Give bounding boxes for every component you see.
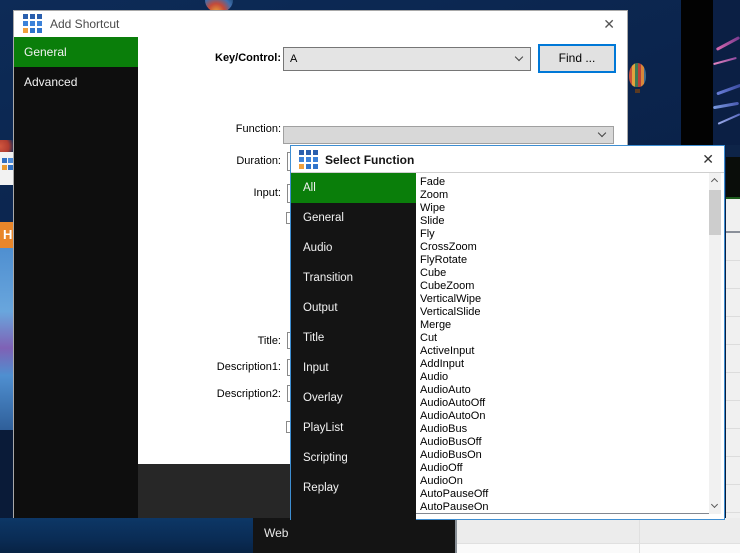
desktop: H Web Add Shortcut ✕ G — [0, 0, 740, 553]
function-list-item[interactable]: AudioOn — [416, 475, 709, 488]
function-label: Function: — [136, 123, 281, 135]
wallpaper-balloons-edge — [0, 248, 13, 430]
select-function-title: Select Function — [325, 153, 414, 167]
select-function-window: Select Function ✕ AllGeneralAudioTransit… — [290, 145, 725, 520]
duration-label: Duration: — [136, 155, 281, 167]
sidebar-tab[interactable]: General — [14, 37, 138, 67]
category-item[interactable]: Title — [291, 323, 416, 353]
function-list-item[interactable]: AudioBusOff — [416, 436, 709, 449]
function-list-item[interactable]: Cube — [416, 267, 709, 280]
category-item[interactable]: Scripting — [291, 443, 416, 473]
function-list-item[interactable]: VerticalWipe — [416, 293, 709, 306]
function-category-list: AllGeneralAudioTransitionOutputTitleInpu… — [291, 173, 416, 520]
background-window-edge-orange: H — [0, 222, 13, 248]
scroll-up-icon[interactable] — [709, 173, 721, 188]
key-control-value: A — [290, 53, 297, 65]
function-dropdown[interactable] — [283, 126, 614, 144]
background-web-panel: Web — [253, 518, 455, 553]
function-list-item[interactable]: Cut — [416, 332, 709, 345]
chevron-down-icon — [598, 129, 606, 137]
input-label: Input: — [136, 187, 281, 199]
category-item[interactable]: Input — [291, 353, 416, 383]
add-shortcut-sidebar: GeneralAdvanced — [14, 37, 138, 518]
web-tab-label[interactable]: Web — [264, 526, 288, 540]
vmix-desktop-icon[interactable] — [0, 152, 13, 185]
function-list-item[interactable]: CubeZoom — [416, 280, 709, 293]
function-list-item[interactable]: Slide — [416, 215, 709, 228]
function-list-scrollbar[interactable] — [709, 173, 721, 514]
function-list-item[interactable]: CrossZoom — [416, 241, 709, 254]
find-button[interactable]: Find ... — [538, 44, 616, 73]
function-list-item[interactable]: AutoPauseOff — [416, 488, 709, 501]
function-list-item[interactable]: AudioAutoOn — [416, 410, 709, 423]
category-item[interactable]: All — [291, 173, 416, 203]
select-function-titlebar[interactable]: Select Function ✕ — [291, 146, 724, 173]
category-item[interactable]: Overlay — [291, 383, 416, 413]
vmix-logo-icon — [23, 14, 42, 33]
function-list-item[interactable]: Fly — [416, 228, 709, 241]
function-list-item[interactable]: AddInput — [416, 358, 709, 371]
function-list-item[interactable]: AutoPauseOn — [416, 501, 709, 514]
function-list-item[interactable]: VerticalSlide — [416, 306, 709, 319]
function-list-item[interactable]: AudioBusOn — [416, 449, 709, 462]
key-control-label: Key/Control: — [136, 52, 281, 64]
function-list-item[interactable]: AudioAuto — [416, 384, 709, 397]
function-list-item[interactable]: FlyRotate — [416, 254, 709, 267]
category-item[interactable]: Audio — [291, 233, 416, 263]
add-shortcut-title: Add Shortcut — [50, 17, 119, 31]
add-shortcut-titlebar[interactable]: Add Shortcut ✕ — [14, 11, 627, 37]
scrollbar-thumb[interactable] — [709, 190, 721, 235]
category-item[interactable]: Replay — [291, 473, 416, 503]
background-app-edge — [726, 145, 740, 553]
function-list-item[interactable]: ActiveInput — [416, 345, 709, 358]
function-list-item[interactable]: Merge — [416, 319, 709, 332]
category-item[interactable]: PlayList — [291, 413, 416, 443]
vmix-logo-icon — [299, 150, 318, 169]
function-list-item[interactable]: Wipe — [416, 202, 709, 215]
wallpaper-dark-edge — [0, 430, 13, 518]
category-item[interactable]: General — [291, 203, 416, 233]
wallpaper-sea — [0, 518, 253, 553]
background-black-strip — [681, 0, 713, 145]
chevron-down-icon — [515, 53, 523, 61]
function-list-item[interactable]: Zoom — [416, 189, 709, 202]
background-table — [457, 518, 740, 553]
function-list-item[interactable]: AudioAutoOff — [416, 397, 709, 410]
wallpaper-hot-air-balloon — [629, 63, 646, 93]
function-list-item[interactable]: AudioBus — [416, 423, 709, 436]
sidebar-tab[interactable]: Advanced — [14, 67, 138, 97]
close-icon[interactable]: ✕ — [603, 16, 615, 33]
scroll-down-icon[interactable] — [709, 499, 721, 514]
title-label: Title: — [136, 335, 281, 347]
category-item[interactable]: Output — [291, 293, 416, 323]
function-list-item[interactable]: Fade — [416, 176, 709, 189]
wallpaper-fireworks — [713, 0, 740, 145]
description1-label: Description1: — [136, 361, 281, 373]
description2-label: Description2: — [136, 388, 281, 400]
function-list-item[interactable]: Audio — [416, 371, 709, 384]
function-list: FadeZoomWipeSlideFlyCrossZoomFlyRotateCu… — [416, 173, 709, 514]
key-control-dropdown[interactable]: A — [283, 47, 531, 71]
function-list-item[interactable]: AudioOff — [416, 462, 709, 475]
close-icon[interactable]: ✕ — [702, 151, 714, 168]
category-item[interactable]: Transition — [291, 263, 416, 293]
